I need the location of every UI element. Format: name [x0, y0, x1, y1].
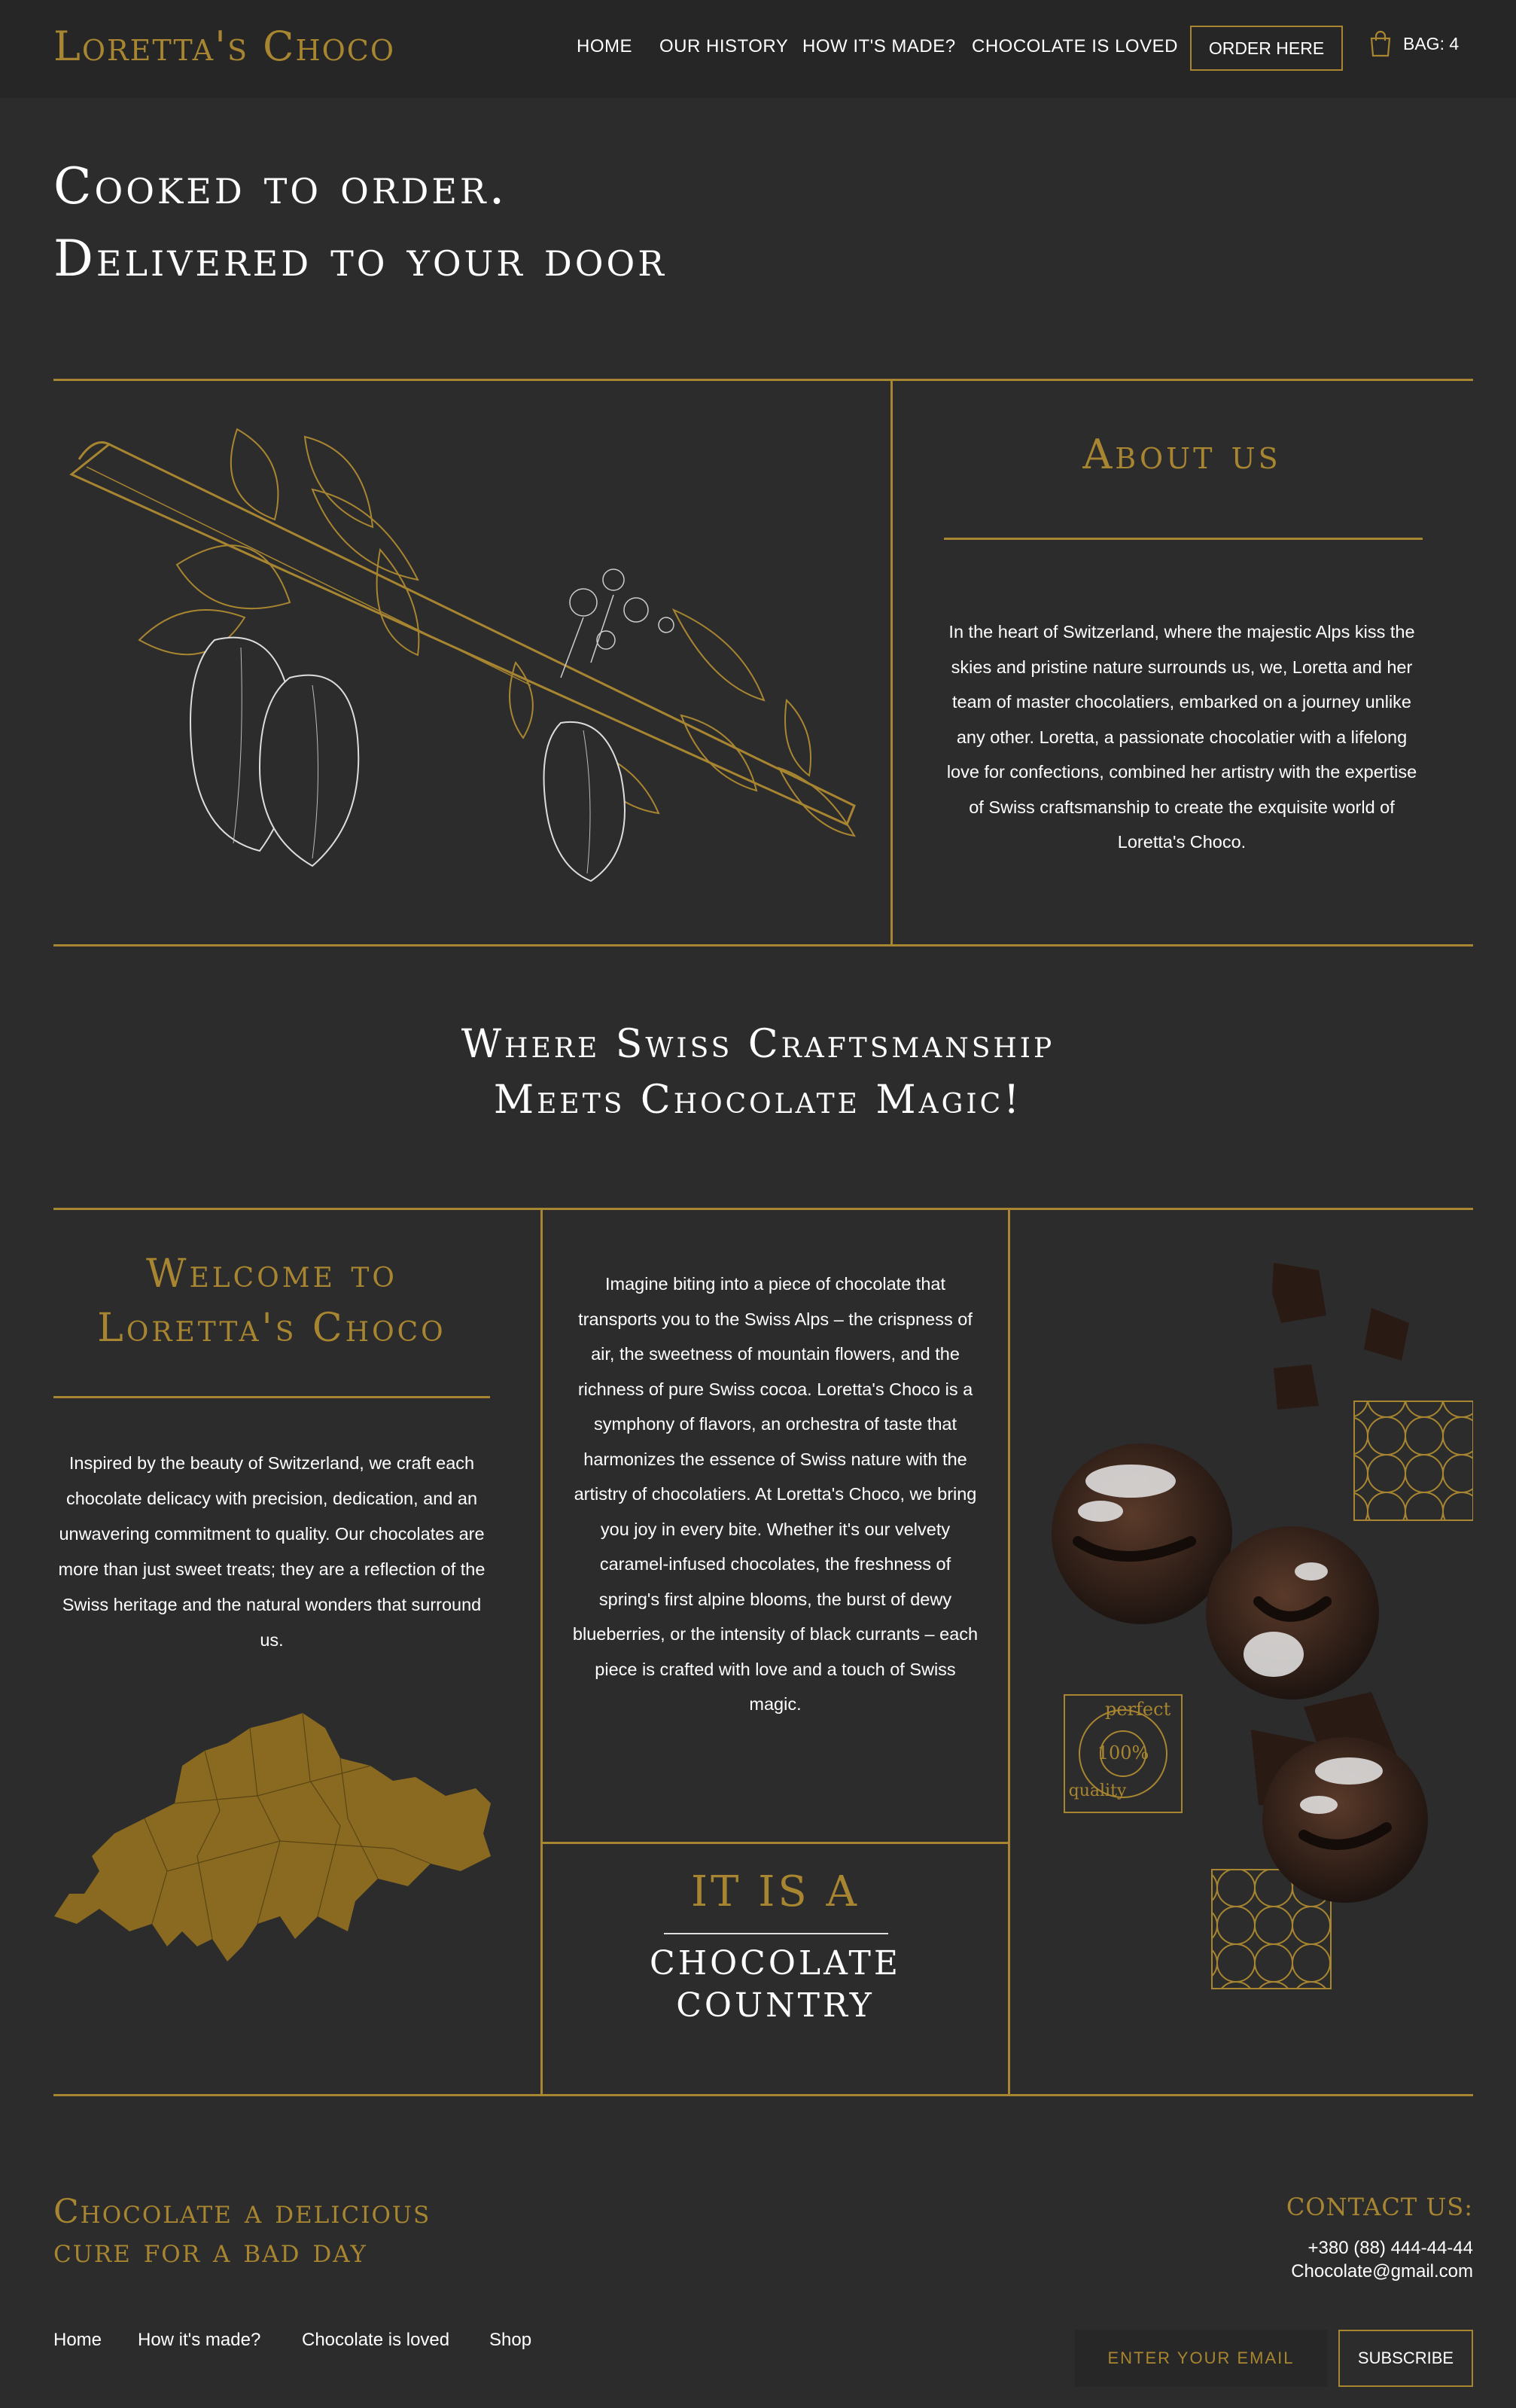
badge-center-text: 100% [1097, 1742, 1149, 1763]
nav-how-its-made[interactable]: HOW IT'S MADE? [802, 36, 956, 57]
subscribe-button[interactable]: SUBSCRIBE [1338, 2330, 1473, 2387]
brand-logo[interactable]: Loretta's Choco [53, 23, 395, 70]
chocolate-collage-image [1052, 1263, 1473, 1989]
hero-line-2: Delivered to your door [53, 230, 667, 288]
footer-title: Chocolate a delicious cure for a bad day [53, 2193, 431, 2271]
welcome-text: Inspired by the beauty of Switzerland, w… [58, 1453, 486, 1650]
shopping-bag-icon [1370, 30, 1391, 57]
slogan-line-2: Meets Chocolate Magic! [493, 1078, 1023, 1123]
badge-bottom-text: quality [1068, 1782, 1127, 1800]
country-label-top: IT IS A [691, 1867, 860, 1916]
footer-link-home[interactable]: Home [53, 2330, 102, 2351]
footer-link-how-its-made[interactable]: How it's made? [138, 2330, 260, 2351]
country-divider [664, 1933, 888, 1934]
order-here-button[interactable]: ORDER HERE [1190, 26, 1343, 71]
hero-heading: Cooked to order. Delivered to your door [53, 151, 667, 295]
contact-email[interactable]: Chocolate@gmail.com [1167, 2261, 1473, 2282]
contact-label: CONTACT US: [1286, 2193, 1473, 2221]
welcome-divider [53, 1396, 490, 1398]
footer-link-shop[interactable]: Shop [489, 2330, 531, 2351]
footer-title-line-2: cure for a bad day [53, 2232, 367, 2270]
welcome-title: Welcome to Loretta's Choco [53, 1247, 490, 1355]
about-title: About us [1082, 431, 1281, 478]
country-line-3: COUNTRY [676, 1986, 875, 2025]
bag-count: BAG: 4 [1403, 33, 1460, 53]
switzerland-map-image [54, 1712, 491, 1961]
hero-line-1: Cooked to order. [53, 157, 508, 215]
divider [53, 944, 1473, 946]
footer-link-chocolate-is-loved[interactable]: Chocolate is loved [302, 2330, 449, 2351]
slogan-line-1: Where Swiss Craftsmanship [461, 1022, 1055, 1067]
about-text: In the heart of Switzerland, where the m… [946, 622, 1417, 852]
slogan-heading: Where Swiss Craftsmanship Meets Chocolat… [0, 1017, 1516, 1128]
country-line-2: CHOCOLATE [650, 1944, 901, 1983]
email-input[interactable] [1075, 2330, 1327, 2387]
story-text: Imagine biting into a piece of chocolate… [572, 1274, 979, 1714]
nav-our-history[interactable]: OUR HISTORY [659, 36, 788, 57]
country-label-bottom: CHOCOLATE COUNTRY [542, 1943, 1009, 2027]
footer-title-line-1: Chocolate a delicious [53, 2193, 431, 2231]
badge-top-text: perfect [1105, 1699, 1171, 1720]
divider [53, 2094, 1473, 2096]
welcome-line-2: Loretta's Choco [97, 1306, 446, 1351]
contact-phone[interactable]: +380 (88) 444-44-44 [1167, 2238, 1474, 2259]
welcome-line-1: Welcome to [146, 1251, 397, 1297]
site-header: Loretta's Choco HOME OUR HISTORY HOW IT'… [0, 0, 1516, 98]
divider [53, 379, 1473, 381]
cocoa-branch-illustration [69, 428, 856, 882]
divider [540, 1842, 1010, 1844]
nav-home[interactable]: HOME [577, 36, 632, 57]
nav-chocolate-is-loved[interactable]: CHOCOLATE IS LOVED [972, 36, 1178, 57]
about-divider [944, 538, 1423, 540]
bag-button[interactable]: BAG: 4 [1368, 30, 1459, 57]
